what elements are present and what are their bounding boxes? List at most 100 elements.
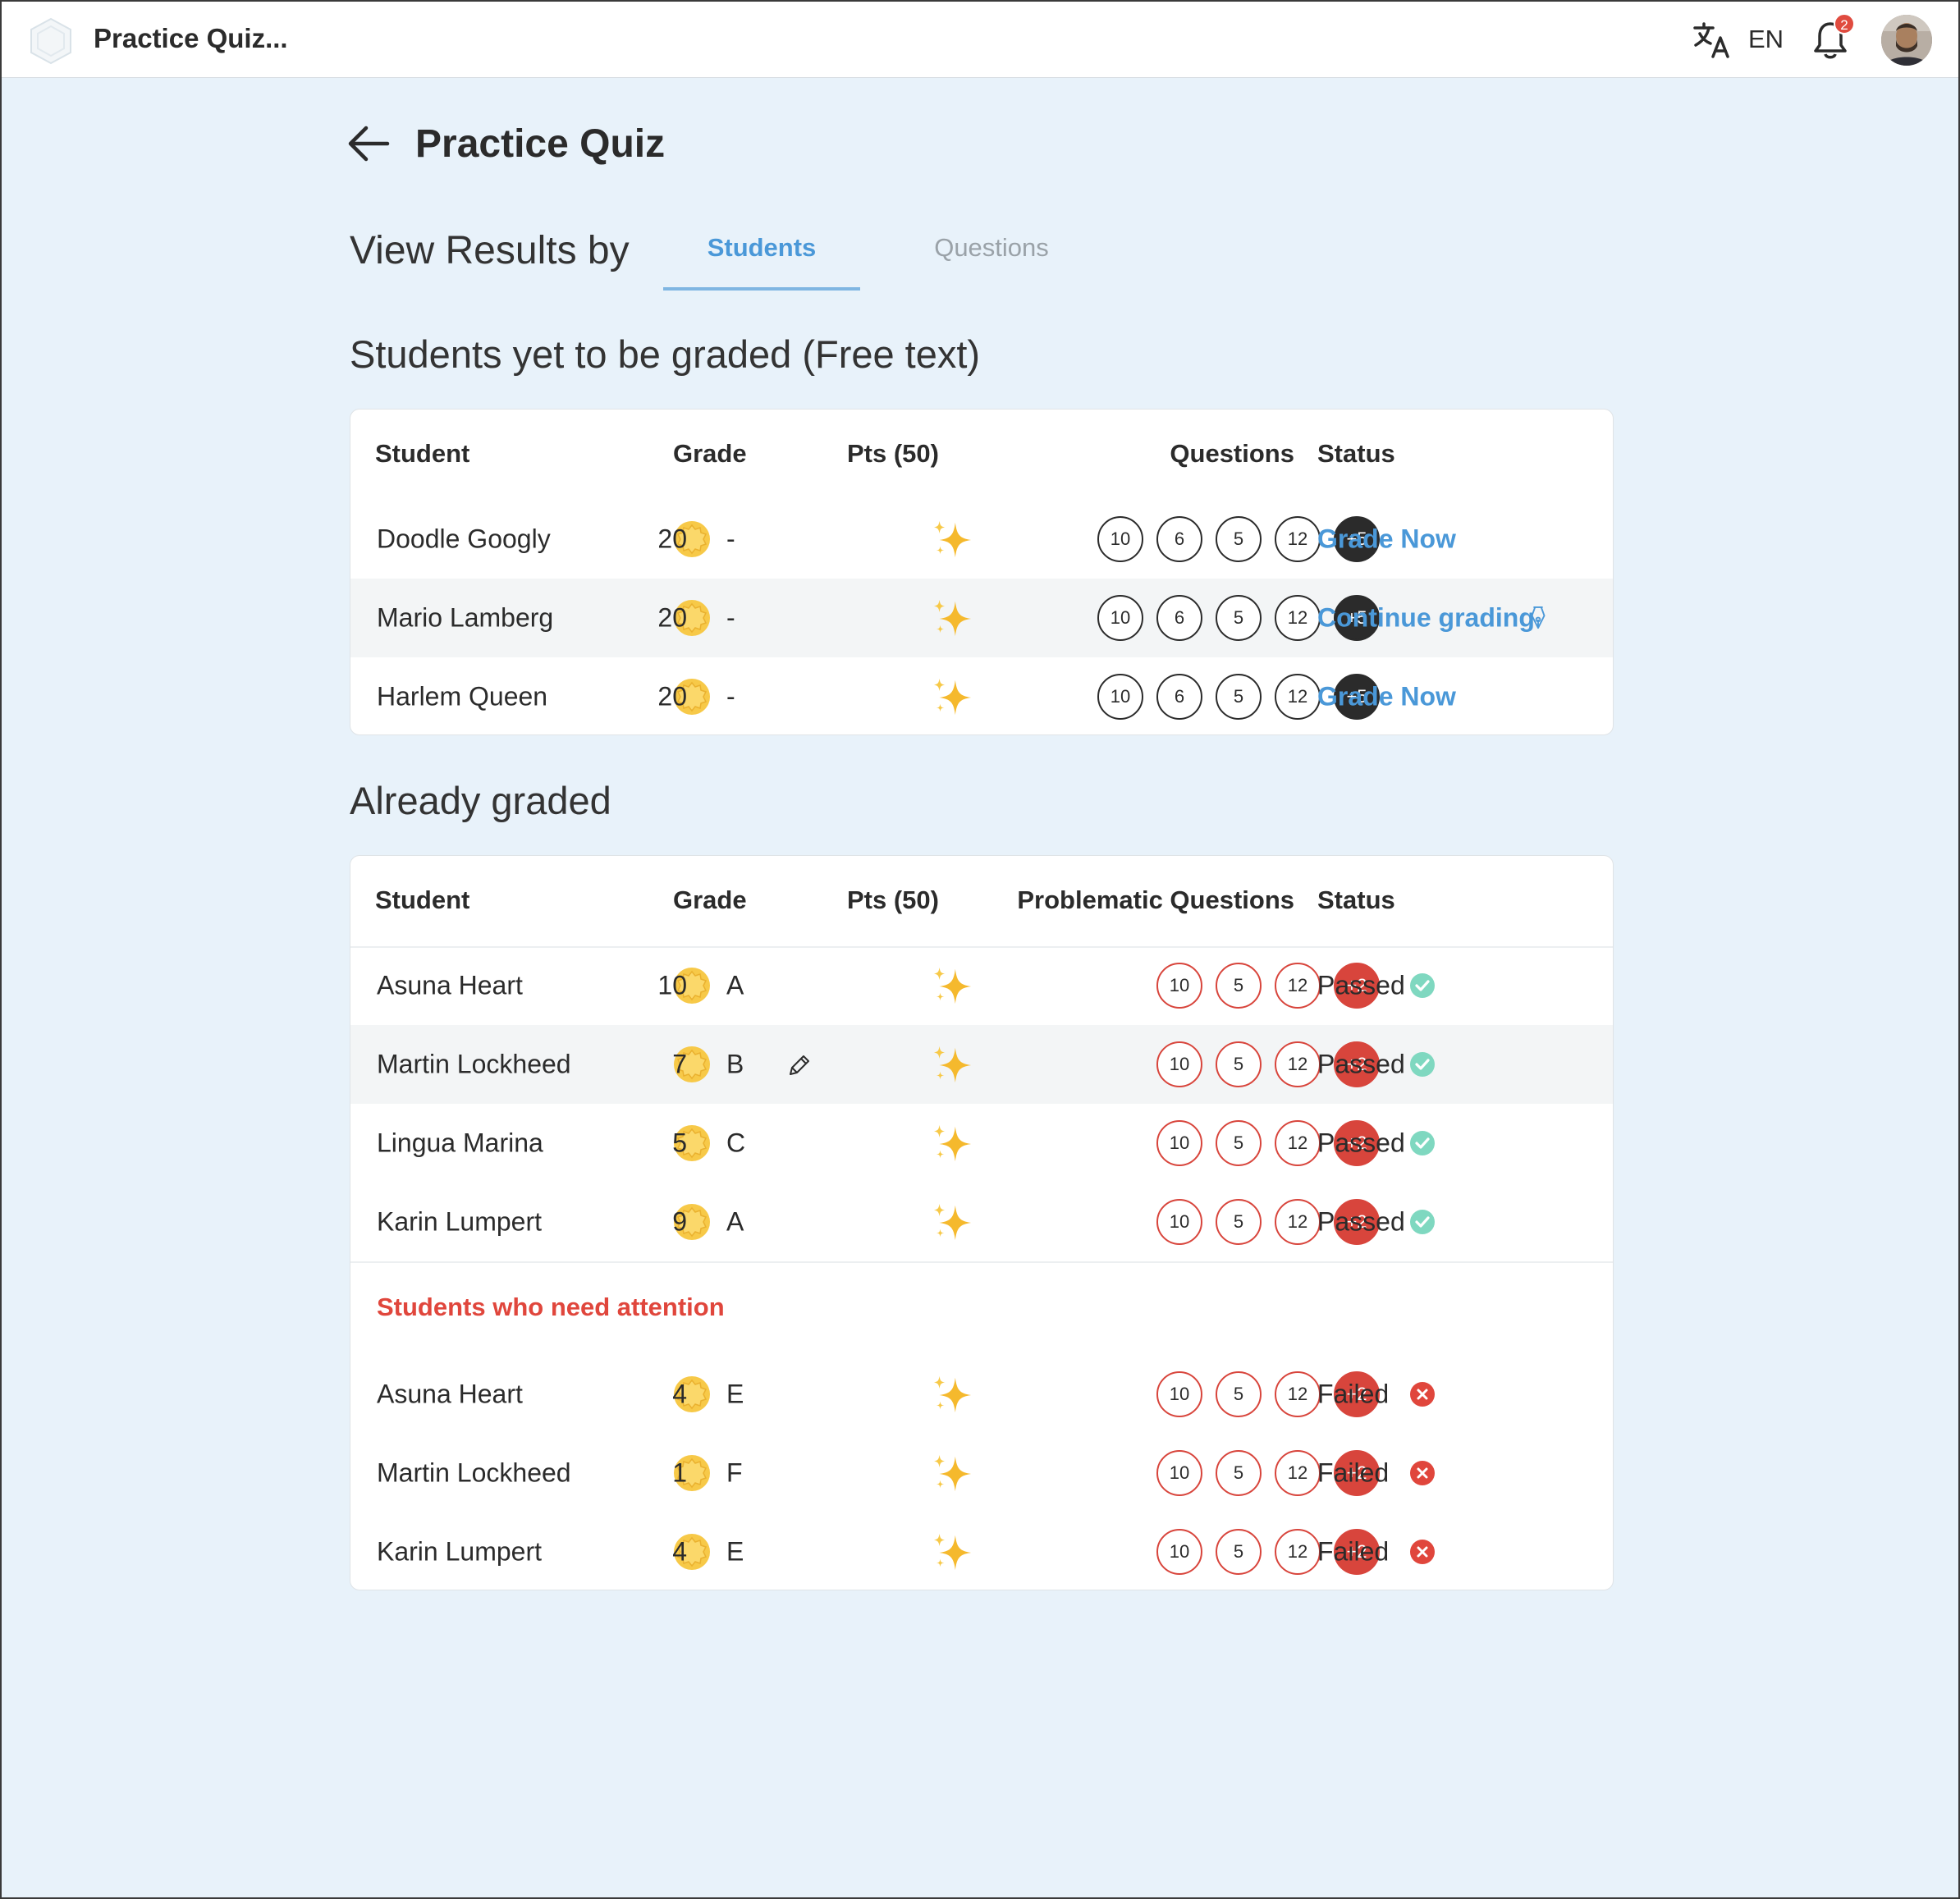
points-value: 20 <box>657 681 687 712</box>
grade-value: E <box>726 1536 744 1567</box>
table-row[interactable]: Martin Lockheed F 1 10 5 12 +2 Failed <box>350 1434 1613 1512</box>
question-bubble[interactable]: 12 <box>1275 1041 1321 1087</box>
status-text: Failed <box>1317 1457 1390 1488</box>
question-bubble[interactable]: 12 <box>1275 1371 1321 1417</box>
column-student: Student <box>375 885 470 914</box>
question-bubble[interactable]: 5 <box>1216 1529 1262 1575</box>
tab-students[interactable]: Students <box>663 233 860 291</box>
question-bubble[interactable]: 6 <box>1156 595 1202 641</box>
status-text: Passed <box>1317 970 1405 1000</box>
table-row[interactable]: Lingua Marina C 5 10 5 12 +2 Passed <box>350 1104 1613 1183</box>
grade-now-link[interactable]: Grade Now <box>1317 524 1456 555</box>
grade-value: B <box>726 1049 744 1079</box>
question-bubble[interactable]: 5 <box>1216 1371 1262 1417</box>
table-row[interactable]: Martin Lockheed B 7 10 5 12 +2 Passed <box>350 1025 1613 1104</box>
question-bubble[interactable]: 10 <box>1156 1199 1202 1245</box>
question-bubble[interactable]: 12 <box>1275 516 1321 562</box>
question-bubble[interactable]: 5 <box>1216 674 1262 720</box>
question-bubble[interactable]: 5 <box>1216 1120 1262 1166</box>
table-row[interactable]: Karin Lumpert A 9 10 5 12 +2 Passed <box>350 1183 1613 1261</box>
question-bubble[interactable]: 5 <box>1216 516 1262 562</box>
question-bubble[interactable]: 10 <box>1097 516 1143 562</box>
check-icon <box>1410 1131 1435 1155</box>
question-bubble[interactable]: 12 <box>1275 595 1321 641</box>
question-bubble[interactable]: 10 <box>1097 595 1143 641</box>
column-status: Status <box>1317 885 1395 914</box>
question-bubble[interactable]: 10 <box>1156 1120 1202 1166</box>
language-selector[interactable]: EN <box>1748 25 1784 54</box>
attention-title: Students who need attention <box>377 1293 725 1321</box>
points-value: 9 <box>672 1206 687 1237</box>
grade-value: A <box>726 1206 744 1237</box>
top-bar: Practice Quiz... EN 2 <box>2 2 1958 78</box>
cross-icon <box>1410 1540 1435 1564</box>
question-bubble[interactable]: 6 <box>1156 674 1202 720</box>
pencil-icon[interactable] <box>785 1051 812 1078</box>
table-row[interactable]: Asuna Heart A 10 10 5 12 +2 Passed <box>350 946 1613 1025</box>
student-name: Martin Lockheed <box>377 1049 571 1079</box>
tab-questions[interactable]: Questions <box>909 233 1074 291</box>
question-bubble[interactable]: 10 <box>1156 1041 1202 1087</box>
grade-value: C <box>726 1128 746 1158</box>
cross-icon <box>1410 1382 1435 1407</box>
sparkle-icon <box>933 1454 972 1492</box>
graded-table-header: Student Grade Pts (50) Problematic Quest… <box>350 856 1613 946</box>
question-bubble[interactable]: 10 <box>1156 1450 1202 1496</box>
grade-now-link[interactable]: Grade Now <box>1317 682 1456 712</box>
translate-icon[interactable] <box>1692 21 1733 59</box>
grade-value: - <box>726 681 735 712</box>
avatar[interactable] <box>1881 15 1932 66</box>
question-bubble[interactable]: 12 <box>1275 1450 1321 1496</box>
question-bubble[interactable]: 5 <box>1216 595 1262 641</box>
sparkle-icon <box>933 520 972 558</box>
status-text: Passed <box>1317 1206 1405 1237</box>
view-results-label: View Results by <box>350 229 630 272</box>
status-text: Passed <box>1317 1049 1405 1079</box>
sparkle-icon <box>933 1533 972 1571</box>
question-bubble[interactable]: 10 <box>1156 1371 1202 1417</box>
sparkle-icon <box>933 678 972 716</box>
question-bubble[interactable]: 5 <box>1216 963 1262 1009</box>
question-bubble[interactable]: 5 <box>1216 1199 1262 1245</box>
pending-section-title: Students yet to be graded (Free text) <box>350 332 981 376</box>
points-value: 4 <box>672 1379 687 1409</box>
sparkle-icon <box>933 1046 972 1083</box>
question-bubble[interactable]: 10 <box>1156 1529 1202 1575</box>
question-bubble[interactable]: 12 <box>1275 1529 1321 1575</box>
points-value: 20 <box>657 602 687 633</box>
student-name: Lingua Marina <box>377 1128 543 1158</box>
question-bubble[interactable]: 10 <box>1097 674 1143 720</box>
question-bubble[interactable]: 5 <box>1216 1041 1262 1087</box>
table-row[interactable]: Karin Lumpert E 4 10 5 12 +2 Failed <box>350 1512 1613 1590</box>
notification-badge: 2 <box>1834 13 1855 34</box>
student-name: Asuna Heart <box>377 970 523 1000</box>
points-value: 1 <box>672 1457 687 1488</box>
pen-nib-icon <box>1531 606 1546 629</box>
question-bubble[interactable]: 10 <box>1156 963 1202 1009</box>
question-bubble[interactable]: 12 <box>1275 1120 1321 1166</box>
column-problematic-questions: Problematic Questions <box>1017 885 1294 914</box>
table-row[interactable]: Harlem Queen -20 10 6 5 12 +5 Grade Now <box>350 657 1613 734</box>
graded-section-title: Already graded <box>350 779 611 822</box>
sparkle-icon <box>933 967 972 1004</box>
status-text: Passed <box>1317 1128 1405 1158</box>
table-row[interactable]: Doodle Googly -20 10 6 5 12 +5 Grade Now <box>350 500 1613 579</box>
section-divider <box>350 1261 1613 1263</box>
table-row[interactable]: Mario Lamberg -20 10 6 5 12 +5 Continue grading <box>350 579 1613 657</box>
continue-grading-link[interactable]: Continue grading <box>1317 603 1535 634</box>
question-bubble[interactable]: 6 <box>1156 516 1202 562</box>
column-pts: Pts (50) <box>847 439 939 468</box>
column-pts: Pts (50) <box>847 885 939 914</box>
question-bubble[interactable]: 12 <box>1275 1199 1321 1245</box>
table-row[interactable]: Asuna Heart E 4 10 5 12 +2 Failed <box>350 1355 1613 1434</box>
column-grade: Grade <box>673 885 747 914</box>
question-bubble[interactable]: 12 <box>1275 963 1321 1009</box>
student-name: Karin Lumpert <box>377 1206 542 1237</box>
question-bubble[interactable]: 12 <box>1275 674 1321 720</box>
check-icon <box>1410 973 1435 998</box>
student-name: Mario Lamberg <box>377 602 554 633</box>
question-bubble[interactable]: 5 <box>1216 1450 1262 1496</box>
grade-value: - <box>726 602 735 633</box>
app-logo-icon[interactable] <box>26 16 76 66</box>
back-arrow-icon[interactable] <box>346 123 391 164</box>
